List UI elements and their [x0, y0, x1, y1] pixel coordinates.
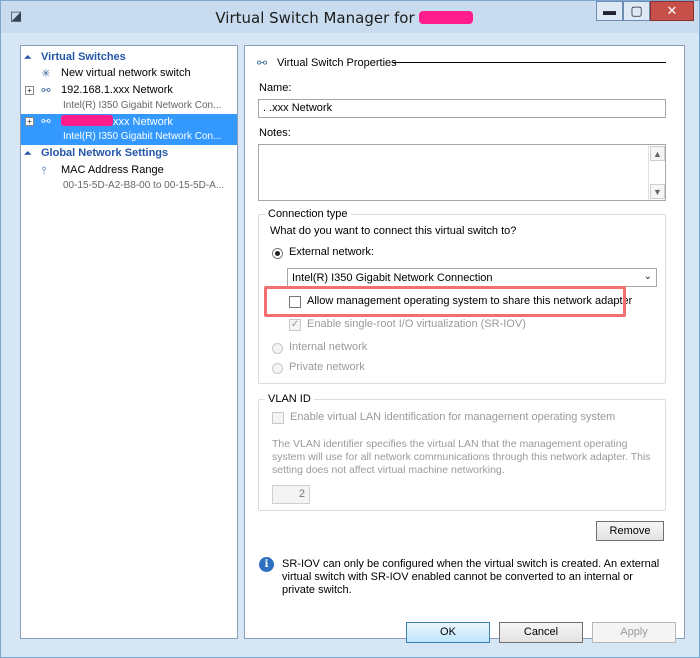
cancel-button[interactable]: Cancel [499, 622, 583, 643]
switch-item-192-network[interactable]: + ⚯ 192.168.1.xxx Network Intel(R) I350 … [21, 83, 237, 114]
vlan-enable-checkbox[interactable] [272, 412, 284, 424]
internal-network-label: Internal network [289, 341, 368, 353]
network-switch-icon: ⚯ [41, 85, 51, 97]
chevron-down-icon[interactable]: ⌄ [644, 271, 652, 282]
virtual-switch-manager-window: ◪ Virtual Switch Manager for ▬ ▢ ✕ ⏶ Vir… [0, 0, 700, 658]
title-bar[interactable]: ◪ Virtual Switch Manager for ▬ ▢ ✕ [1, 1, 699, 33]
switch-tree-pane: ⏶ Virtual Switches ✳ New virtual network… [20, 45, 238, 639]
vlan-description: The VLAN identifier specifies the virtua… [272, 438, 651, 476]
new-switch-label: New virtual network switch [61, 67, 191, 79]
external-adapter-select[interactable]: Intel(R) I350 Gigabit Network Connection… [287, 268, 657, 287]
expand-icon[interactable]: + [25, 117, 34, 126]
vlan-id-title: VLAN ID [265, 393, 314, 405]
header-divider [393, 62, 666, 63]
network-switch-icon: ⚯ [41, 116, 51, 128]
external-network-label: External network: [289, 246, 374, 258]
switch-properties-pane: ⚯ Virtual Switch Properties Name: . .xxx… [244, 45, 685, 639]
private-network-label: Private network [289, 361, 365, 373]
vlan-id-group: VLAN ID Enable virtual LAN identificatio… [258, 393, 666, 511]
switch-adapter: Intel(R) I350 Gigabit Network Con... [63, 131, 222, 142]
minimize-button[interactable]: ▬ [596, 1, 623, 21]
name-label: Name: [259, 82, 292, 94]
switch-name: xxx Network [61, 115, 173, 128]
sriov-info-text: SR-IOV can only be configured when the v… [282, 558, 660, 596]
sriov-label: Enable single-root I/O virtualization (S… [307, 318, 526, 330]
name-input[interactable]: . .xxx Network [258, 99, 666, 118]
window-controls: ▬ ▢ ✕ [596, 1, 694, 22]
mac-address-range-item[interactable]: ⫯ MAC Address Range 00-15-5D-A2-B8-00 to… [21, 163, 237, 194]
apply-button[interactable]: Apply [592, 622, 676, 643]
window-title: Virtual Switch Manager for [1, 9, 699, 27]
virtual-switches-header[interactable]: ⏶ Virtual Switches [24, 50, 126, 64]
properties-header: ⚯ Virtual Switch Properties [257, 56, 397, 70]
mac-address-icon: ⫯ [41, 165, 47, 177]
connection-type-title: Connection type [265, 208, 351, 220]
switch-item-selected-network[interactable]: + ⚯ xxx Network Intel(R) I350 Gigabit Ne… [21, 114, 237, 145]
mac-range-label: MAC Address Range [61, 164, 164, 176]
maximize-button[interactable]: ▢ [623, 1, 650, 21]
connection-question: What do you want to connect this virtual… [270, 225, 517, 237]
properties-header-label: Virtual Switch Properties [277, 57, 397, 69]
new-switch-icon: ✳ [41, 68, 51, 80]
scroll-up-icon[interactable]: ▲ [650, 146, 665, 161]
new-switch-item[interactable]: ✳ New virtual network switch [21, 66, 237, 82]
ok-button[interactable]: OK [406, 622, 490, 643]
notes-scrollbar[interactable]: ▲ ▼ [648, 145, 665, 200]
collapse-chevron-icon[interactable]: ⏶ [24, 52, 36, 63]
notes-label: Notes: [259, 127, 291, 139]
window-title-text: Virtual Switch Manager for [215, 9, 415, 27]
collapse-chevron-icon[interactable]: ⏶ [24, 148, 36, 159]
remove-button[interactable]: Remove [596, 521, 664, 541]
external-network-radio[interactable] [272, 248, 283, 259]
sriov-checkbox[interactable]: ✓ [289, 319, 301, 331]
private-network-radio[interactable] [272, 363, 283, 374]
internal-network-radio[interactable] [272, 343, 283, 354]
redacted-switch-name [61, 115, 113, 126]
vlan-id-input[interactable]: 2 [272, 485, 310, 504]
global-network-settings-header[interactable]: ⏶ Global Network Settings [24, 146, 168, 160]
close-button[interactable]: ✕ [650, 1, 694, 21]
annotation-highlight-box [264, 286, 626, 317]
external-adapter-value: Intel(R) I350 Gigabit Network Connection [292, 272, 493, 284]
info-icon: i [259, 557, 274, 572]
global-settings-header-label: Global Network Settings [41, 147, 169, 159]
notes-textarea[interactable]: ▲ ▼ [258, 144, 666, 201]
switch-adapter: Intel(R) I350 Gigabit Network Con... [63, 100, 222, 111]
vlan-enable-label: Enable virtual LAN identification for ma… [290, 411, 616, 423]
network-switch-icon: ⚯ [257, 56, 268, 70]
mac-range-value: 00-15-5D-A2-B8-00 to 00-15-5D-A... [63, 180, 225, 191]
switch-name: 192.168.1.xxx Network [61, 84, 173, 96]
expand-icon[interactable]: + [25, 86, 34, 95]
switch-name-text: xxx Network [113, 116, 173, 128]
virtual-switches-header-label: Virtual Switches [41, 51, 126, 63]
scroll-down-icon[interactable]: ▼ [650, 184, 665, 199]
redacted-hostname [418, 11, 473, 24]
